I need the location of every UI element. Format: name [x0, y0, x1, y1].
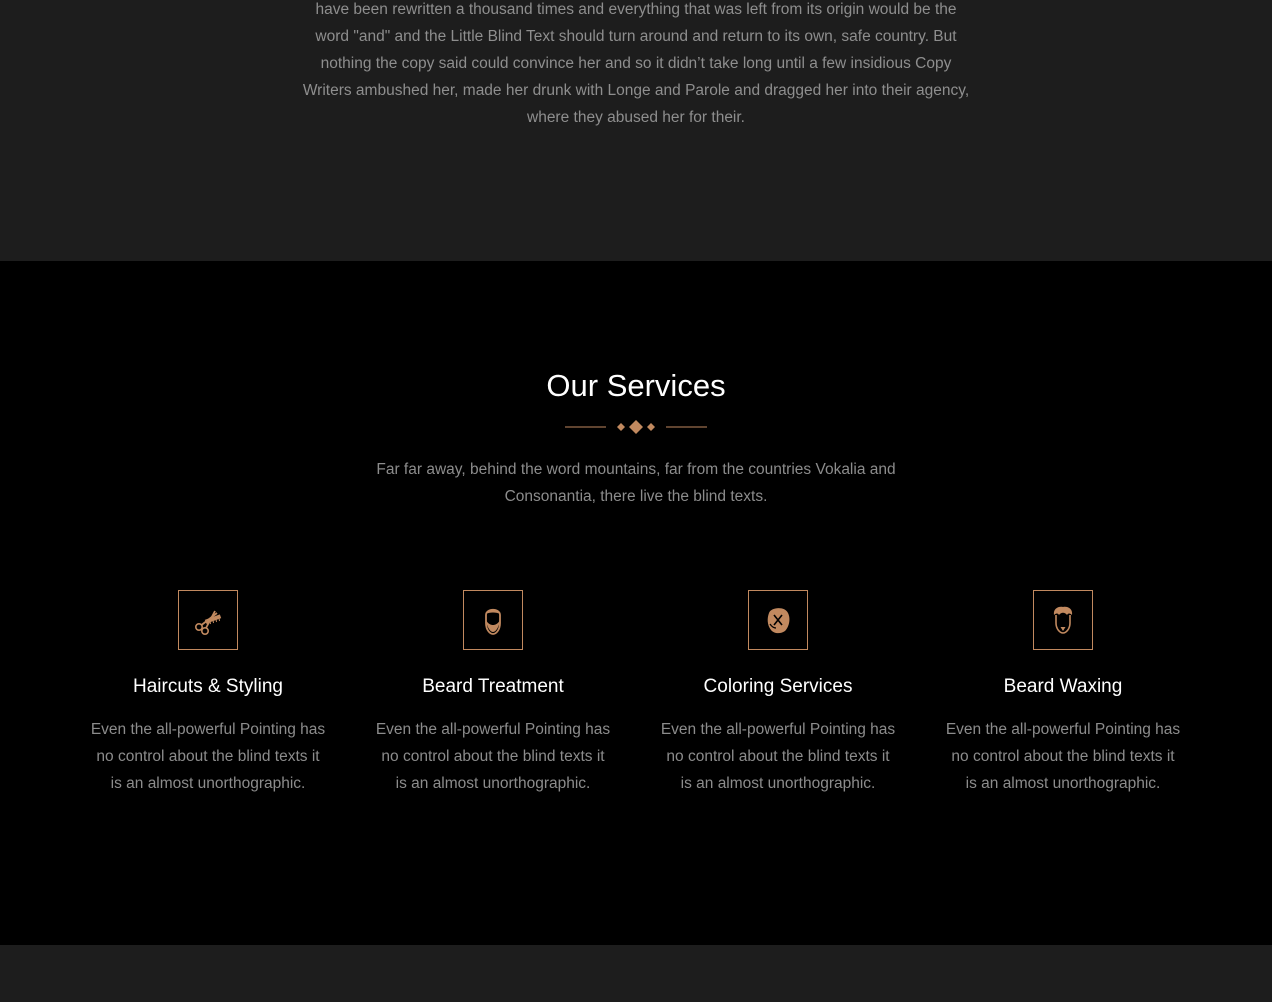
service-description-line: Even the all-powerful Pointing has — [90, 721, 326, 738]
service-description: Even the all-powerful Pointing has no co… — [633, 716, 923, 797]
service-icon-frame — [1033, 590, 1093, 650]
service-card-beard-treatment: Beard Treatment Even the all-powerful Po… — [348, 590, 638, 797]
about-line: nothing the copy said could convince her… — [320, 55, 952, 72]
service-description-line: is an almost unorthographic. — [680, 775, 876, 792]
service-description-line: Even the all-powerful Pointing has — [945, 721, 1181, 738]
service-card-beard-waxing: Beard Waxing Even the all-powerful Point… — [918, 590, 1208, 797]
service-description-line: no control about the blind texts it — [381, 748, 605, 765]
service-description-line: is an almost unorthographic. — [965, 775, 1161, 792]
service-description: Even the all-powerful Pointing has no co… — [918, 716, 1208, 797]
hair-coloring-icon — [767, 608, 790, 634]
about-paragraph: have been rewritten a thousand times and… — [0, 0, 1272, 131]
next-section — [0, 945, 1272, 1002]
beard-waxing-icon — [1053, 606, 1073, 634]
service-title: Beard Waxing — [1003, 676, 1123, 697]
intro-line: Far far away, behind the word mountains,… — [376, 461, 896, 478]
service-description-line: Even the all-powerful Pointing has — [660, 721, 896, 738]
service-description-line: is an almost unorthographic. — [110, 775, 306, 792]
service-title: Haircuts & Styling — [133, 676, 283, 697]
service-icon-frame — [748, 590, 808, 650]
service-description-line: Even the all-powerful Pointing has — [375, 721, 611, 738]
service-description: Even the all-powerful Pointing has no co… — [348, 716, 638, 797]
ornament-divider-icon — [565, 420, 707, 434]
services-section: Our Services Far far away, behind the wo… — [0, 261, 1272, 945]
scissors-comb-icon — [195, 610, 222, 635]
about-line: word "and" and the Little Blind Text sho… — [315, 28, 957, 45]
service-description-line: is an almost unorthographic. — [395, 775, 591, 792]
service-description: Even the all-powerful Pointing has no co… — [63, 716, 353, 797]
services-intro: Far far away, behind the word mountains,… — [0, 456, 1272, 510]
service-icon-frame — [178, 590, 238, 650]
service-description-line: no control about the blind texts it — [666, 748, 890, 765]
about-section: have been rewritten a thousand times and… — [0, 0, 1272, 261]
services-title: Our Services — [546, 368, 726, 403]
service-description-line: no control about the blind texts it — [96, 748, 320, 765]
service-card-coloring: Coloring Services Even the all-powerful … — [633, 590, 923, 797]
service-title: Coloring Services — [703, 676, 853, 697]
intro-line: Consonantia, there live the blind texts. — [504, 488, 768, 505]
service-icon-frame — [463, 590, 523, 650]
beard-face-icon — [485, 608, 501, 635]
service-card-haircuts: Haircuts & Styling Even the all-powerful… — [63, 590, 353, 797]
about-line: Writers ambushed her, made her drunk wit… — [302, 82, 970, 99]
about-line: where they abused her for their. — [527, 109, 745, 126]
service-title: Beard Treatment — [422, 676, 564, 697]
about-line: have been rewritten a thousand times and… — [315, 1, 957, 18]
service-description-line: no control about the blind texts it — [951, 748, 1175, 765]
